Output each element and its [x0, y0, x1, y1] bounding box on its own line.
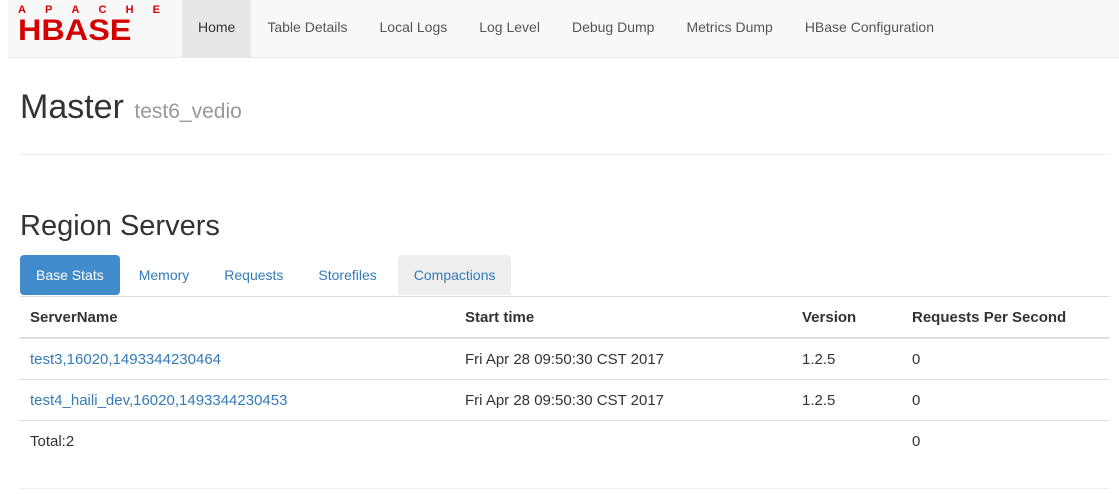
- region-servers-tabs: Base Stats Memory Requests Storefiles Co…: [20, 255, 1109, 297]
- start-time-cell: Fri Apr 28 09:50:30 CST 2017: [455, 379, 792, 421]
- version-cell: 1.2.5: [792, 337, 902, 380]
- divider: [20, 488, 1109, 489]
- nav-metrics-dump[interactable]: Metrics Dump: [670, 0, 788, 57]
- version-cell: 1.2.5: [792, 379, 902, 421]
- tab-requests[interactable]: Requests: [208, 255, 299, 295]
- tab-memory[interactable]: Memory: [123, 255, 206, 295]
- column-header-requests-per-second: Requests Per Second: [902, 297, 1109, 339]
- hbase-logo[interactable]: APACHE HBASE: [18, 4, 166, 48]
- navbar: APACHE HBASE Home Table Details Local Lo…: [8, 0, 1119, 58]
- server-link[interactable]: test3,16020,1493344230464: [30, 351, 221, 368]
- nav-local-logs[interactable]: Local Logs: [364, 0, 464, 57]
- region-servers-table: ServerName Start time Version Requests P…: [20, 297, 1109, 461]
- page-subtitle: test6_vedio: [134, 100, 242, 123]
- region-servers-title: Region Servers: [20, 210, 220, 242]
- nav-debug-dump[interactable]: Debug Dump: [556, 0, 671, 57]
- total-empty-cell: [792, 420, 902, 461]
- start-time-cell: Fri Apr 28 09:50:30 CST 2017: [455, 337, 792, 380]
- table-row: test4_haili_dev,16020,1493344230453 Fri …: [20, 379, 1109, 421]
- page-title: Master: [20, 88, 124, 126]
- logo-hbase-text: HBASE: [18, 14, 132, 47]
- server-link[interactable]: test4_haili_dev,16020,1493344230453: [30, 392, 287, 409]
- column-header-version: Version: [792, 297, 902, 339]
- table-total-row: Total:2 0: [20, 420, 1109, 461]
- table-header-row: ServerName Start time Version Requests P…: [20, 297, 1109, 339]
- total-empty-cell: [455, 420, 792, 461]
- tab-compactions[interactable]: Compactions: [397, 255, 512, 295]
- nav-table-details[interactable]: Table Details: [251, 0, 363, 57]
- column-header-start-time: Start time: [455, 297, 792, 339]
- rps-cell: 0: [902, 379, 1109, 421]
- total-label: Total:2: [20, 420, 455, 461]
- nav-home[interactable]: Home: [182, 0, 252, 57]
- main-nav: Home Table Details Local Logs Log Level …: [182, 0, 950, 57]
- table-row: test3,16020,1493344230464 Fri Apr 28 09:…: [20, 337, 1109, 380]
- nav-hbase-configuration[interactable]: HBase Configuration: [789, 0, 950, 57]
- page-header: Master test6_vedio: [20, 88, 1109, 155]
- tab-storefiles[interactable]: Storefiles: [302, 255, 392, 295]
- column-header-servername: ServerName: [20, 297, 455, 339]
- tab-base-stats[interactable]: Base Stats: [20, 255, 120, 295]
- rps-cell: 0: [902, 337, 1109, 380]
- total-rps: 0: [902, 420, 1109, 461]
- nav-log-level[interactable]: Log Level: [463, 0, 556, 57]
